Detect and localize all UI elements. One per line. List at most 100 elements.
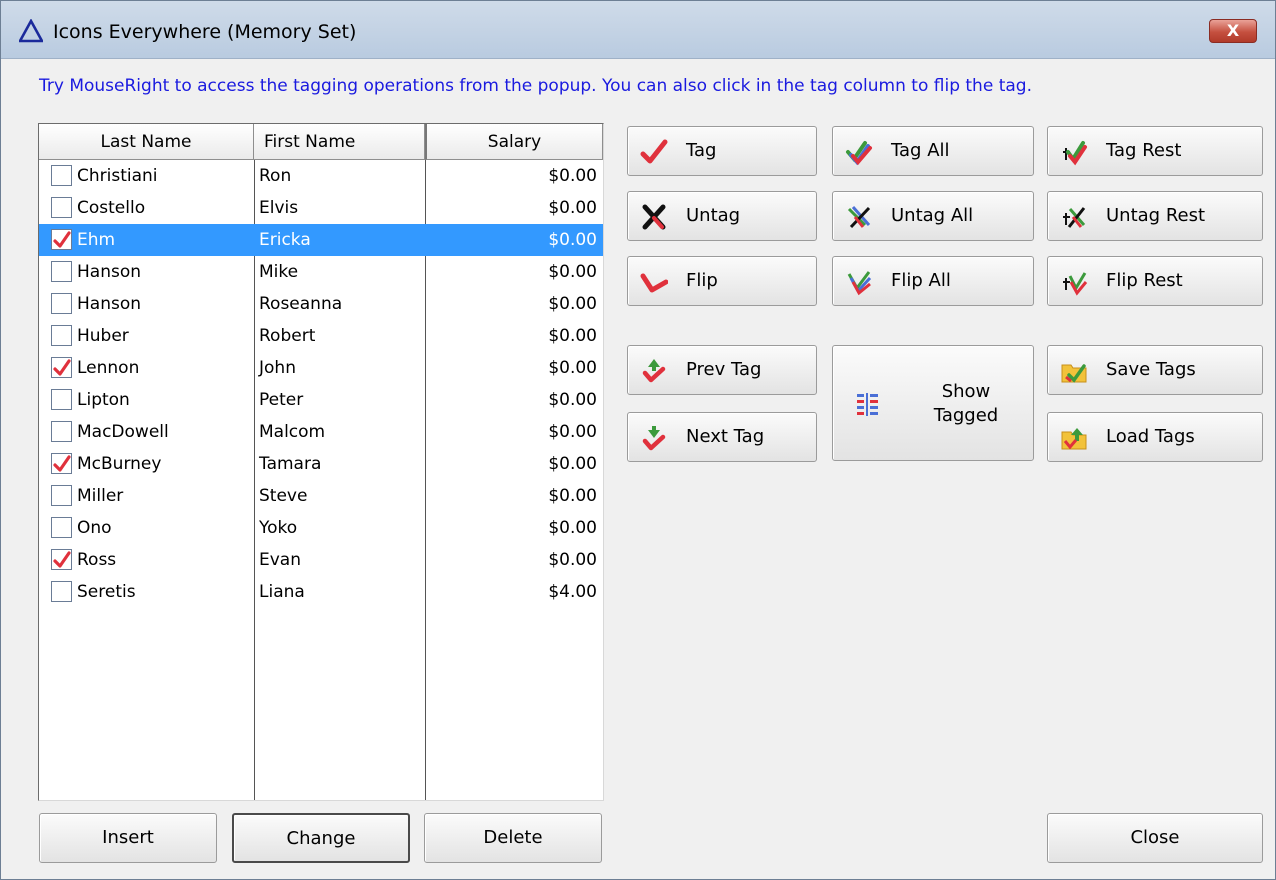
tag-checkbox[interactable] (51, 549, 72, 570)
delete-button[interactable]: Delete (424, 813, 602, 863)
dialog-window: Icons Everywhere (Memory Set) X Try Mous… (0, 0, 1276, 880)
tag-checkbox[interactable] (51, 197, 72, 218)
rest-flip-icon (1060, 268, 1088, 296)
table-row[interactable]: Ehm Ericka $0.00 (39, 224, 603, 256)
table-row[interactable]: Lennon John $0.00 (39, 352, 603, 384)
prev-tag-button[interactable]: Prev Tag (627, 345, 817, 395)
insert-button[interactable]: Insert (39, 813, 217, 863)
tag-button[interactable]: Tag (627, 126, 817, 176)
table-row[interactable]: MacDowell Malcom $0.00 (39, 416, 603, 448)
show-tagged-label: Show Tagged (933, 381, 999, 426)
tag-checkbox[interactable] (51, 325, 72, 346)
column-header-salary[interactable]: Salary (425, 124, 603, 160)
cell-salary: $0.00 (548, 550, 597, 570)
cell-last-name: McBurney (77, 454, 162, 474)
x-icon (640, 203, 668, 231)
tag-checkbox[interactable] (51, 293, 72, 314)
folder-load-icon (1060, 424, 1088, 452)
cell-last-name: Miller (77, 486, 124, 506)
window-close-button[interactable]: X (1209, 19, 1257, 43)
down-check-icon (640, 424, 668, 452)
cell-last-name: Lipton (77, 390, 130, 410)
table-row[interactable]: Ross Evan $0.00 (39, 544, 603, 576)
tag-checkbox[interactable] (51, 453, 72, 474)
cell-salary: $0.00 (548, 390, 597, 410)
table-row[interactable]: Hanson Roseanna $0.00 (39, 288, 603, 320)
table-row[interactable]: Huber Robert $0.00 (39, 320, 603, 352)
cell-first-name: Roseanna (259, 294, 343, 314)
column-header-last-name[interactable]: Last Name (39, 124, 254, 160)
cell-salary: $0.00 (548, 358, 597, 378)
cell-first-name: Ericka (259, 230, 311, 250)
close-button[interactable]: Close (1047, 813, 1263, 863)
untag-button[interactable]: Untag (627, 191, 817, 241)
cell-last-name: Hanson (77, 262, 142, 282)
cell-salary: $0.00 (548, 230, 597, 250)
cell-first-name: Tamara (259, 454, 322, 474)
rest-check-icon (1060, 138, 1088, 166)
cell-salary: $0.00 (548, 262, 597, 282)
cell-first-name: Elvis (259, 198, 299, 218)
tag-checkbox[interactable] (51, 517, 72, 538)
table-row[interactable]: Hanson Mike $0.00 (39, 256, 603, 288)
tag-checkbox[interactable] (51, 421, 72, 442)
cell-salary: $0.00 (548, 486, 597, 506)
tag-checkbox[interactable] (51, 581, 72, 602)
cell-last-name: Ehm (77, 230, 116, 250)
grid-header: Last Name First Name Salary (39, 124, 603, 160)
save-tags-button[interactable]: Save Tags (1047, 345, 1263, 395)
untag-rest-button[interactable]: Untag Rest (1047, 191, 1263, 241)
folder-save-icon (1060, 357, 1088, 385)
cell-salary: $0.00 (548, 326, 597, 346)
tag-checkbox[interactable] (51, 389, 72, 410)
tag-checkbox[interactable] (51, 165, 72, 186)
cell-first-name: Mike (259, 262, 299, 282)
table-row[interactable]: Seretis Liana $4.00 (39, 576, 603, 608)
window-title: Icons Everywhere (Memory Set) (53, 21, 357, 43)
cell-first-name: Steve (259, 486, 308, 506)
table-row[interactable]: Miller Steve $0.00 (39, 480, 603, 512)
flip-all-button[interactable]: Flip All (832, 256, 1034, 306)
check-icon (640, 138, 668, 166)
table-row[interactable]: Christiani Ron $0.00 (39, 160, 603, 192)
tag-checkbox[interactable] (51, 229, 72, 250)
list-icon (853, 390, 881, 418)
next-tag-button[interactable]: Next Tag (627, 412, 817, 462)
cell-first-name: Yoko (259, 518, 298, 538)
column-header-first-name[interactable]: First Name (254, 124, 425, 160)
hint-text: Try MouseRight to access the tagging ope… (39, 76, 1032, 96)
load-tags-button[interactable]: Load Tags (1047, 412, 1263, 462)
cell-last-name: Ono (77, 518, 112, 538)
cell-last-name: MacDowell (77, 422, 169, 442)
table-row[interactable]: Lipton Peter $0.00 (39, 384, 603, 416)
change-button[interactable]: Change (232, 813, 410, 863)
title-bar[interactable]: Icons Everywhere (Memory Set) X (1, 1, 1275, 59)
table-row[interactable]: Ono Yoko $0.00 (39, 512, 603, 544)
table-row[interactable]: Costello Elvis $0.00 (39, 192, 603, 224)
employee-grid[interactable]: Last Name First Name Salary Christiani Ro… (38, 123, 604, 801)
up-check-icon (640, 357, 668, 385)
multi-check-icon (845, 138, 873, 166)
tag-checkbox[interactable] (51, 261, 72, 282)
cell-first-name: Ron (259, 166, 292, 186)
cell-last-name: Hanson (77, 294, 142, 314)
multi-flip-icon (845, 268, 873, 296)
cell-first-name: Liana (259, 582, 305, 602)
tag-checkbox[interactable] (51, 485, 72, 506)
tag-all-button[interactable]: Tag All (832, 126, 1034, 176)
flip-rest-button[interactable]: Flip Rest (1047, 256, 1263, 306)
cell-first-name: Peter (259, 390, 304, 410)
flip-icon (640, 268, 669, 296)
show-tagged-button[interactable]: Show Tagged (832, 345, 1034, 461)
tag-rest-button[interactable]: Tag Rest (1047, 126, 1263, 176)
cell-last-name: Seretis (77, 582, 136, 602)
table-row[interactable]: McBurney Tamara $0.00 (39, 448, 603, 480)
tag-checkbox[interactable] (51, 357, 72, 378)
cell-salary: $0.00 (548, 198, 597, 218)
flip-button[interactable]: Flip (627, 256, 817, 306)
untag-all-button[interactable]: Untag All (832, 191, 1034, 241)
multi-x-icon (845, 203, 873, 231)
cell-last-name: Huber (77, 326, 129, 346)
cell-last-name: Ross (77, 550, 117, 570)
cell-first-name: Evan (259, 550, 301, 570)
